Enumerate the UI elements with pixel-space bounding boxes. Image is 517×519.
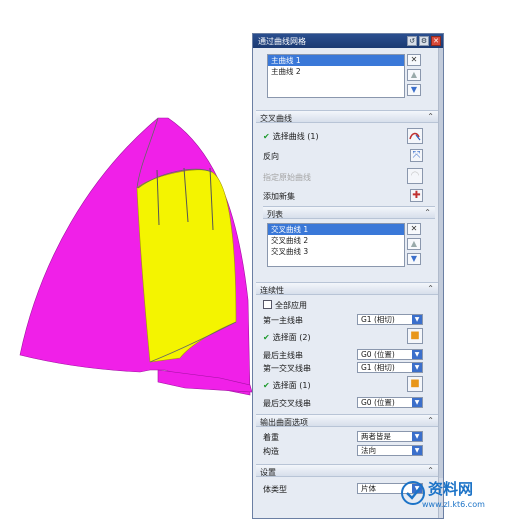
last-cross-label: 最后交叉线串 [263,399,311,408]
select-value: G1 (相切) [361,315,395,324]
move-down-icon[interactable]: ▼ [407,253,421,265]
first-cross-label: 第一交叉线串 [263,364,311,373]
body-type-label: 体类型 [263,485,287,494]
specify-origin-label: 指定原始曲线 [263,173,311,182]
reset-icon[interactable]: ↺ [407,36,417,46]
primary-curve-list[interactable]: 主曲线 1 主曲线 2 [267,54,405,98]
section-label: 交叉曲线 [260,114,292,123]
chevron-up-icon: ⌃ [427,284,434,293]
select-curve-row[interactable]: ✔ 选择曲线 (1) [263,131,319,142]
through-curve-mesh-dialog: 通过曲线网格 ↺ ⚙ ✕ 主曲线 1 主曲线 2 ✕ ▲ ▼ 交叉曲线 ⌃ ✔ 选… [252,33,444,519]
last-primary-select[interactable]: G0 (位置) ▼ [357,349,423,360]
watermark: 资料网 www.zl.kt6.com [400,478,515,516]
remove-icon[interactable]: ✕ [407,54,421,66]
scrollbar-thumb[interactable] [439,48,443,478]
chevron-up-icon: ⌃ [427,466,434,475]
select-face-1-row[interactable]: ✔ 选择面 (2) [263,332,311,343]
dialog-scrollbar[interactable] [438,48,443,518]
reverse-direction-icon[interactable]: ⤧ [410,149,423,162]
dialog-title: 通过曲线网格 [258,36,306,46]
apply-all-checkbox[interactable]: 全部应用 [263,300,307,311]
check-icon: ✔ [263,381,270,390]
select-face-label: 选择面 (2) [272,333,311,342]
watermark-name: 资料网 [428,480,474,498]
select-value: G0 (位置) [361,350,395,359]
first-cross-select[interactable]: G1 (相切) ▼ [357,362,423,373]
chevron-up-icon: ⌃ [424,208,431,217]
section-cross-curves[interactable]: 交叉曲线 ⌃ [256,110,438,123]
emphasis-select[interactable]: 两者皆是 ▼ [357,431,423,442]
remove-icon[interactable]: ✕ [407,223,421,235]
checkbox-icon [263,300,272,309]
select-curve-label: 选择曲线 (1) [272,132,319,141]
construction-label: 构造 [263,447,279,456]
section-label: 设置 [260,468,276,477]
chevron-up-icon: ⌃ [427,416,434,425]
close-icon[interactable]: ✕ [431,36,441,46]
select-value: 法向 [361,446,376,455]
dialog-titlebar[interactable]: 通过曲线网格 ↺ ⚙ ✕ [253,34,443,48]
last-primary-label: 最后主线串 [263,351,303,360]
chevron-down-icon: ▼ [412,315,422,324]
chevron-down-icon: ▼ [412,432,422,441]
cube-icon[interactable]: ■ [407,376,423,392]
section-list[interactable]: 列表 ⌃ [263,206,435,219]
emphasis-label: 着重 [263,433,279,442]
chevron-down-icon: ▼ [412,398,422,407]
list-item[interactable]: 主曲线 1 [268,55,404,66]
move-up-icon[interactable]: ▲ [407,238,421,250]
cube-icon[interactable]: ■ [407,328,423,344]
chevron-up-icon: ⌃ [427,112,434,121]
move-up-icon[interactable]: ▲ [407,69,421,81]
check-icon: ✔ [263,132,270,141]
section-label: 列表 [267,210,283,219]
section-label: 输出曲面选项 [260,418,308,427]
add-new-set-icon[interactable]: ✚ [410,189,423,202]
section-continuity[interactable]: 连续性 ⌃ [256,282,438,295]
select-value: G1 (相切) [361,363,395,372]
section-settings[interactable]: 设置 ⌃ [256,464,438,477]
select-face-label: 选择面 (1) [272,381,311,390]
check-icon: ✔ [263,333,270,342]
chevron-down-icon: ▼ [412,350,422,359]
gear-icon[interactable]: ⚙ [419,36,429,46]
select-face-2-row[interactable]: ✔ 选择面 (1) [263,380,311,391]
list-item[interactable]: 交叉曲线 3 [268,246,404,257]
first-primary-label: 第一主线串 [263,316,303,325]
section-output-surface[interactable]: 输出曲面选项 ⌃ [256,414,438,427]
reverse-label: 反向 [263,152,279,161]
section-label: 连续性 [260,286,284,295]
construction-select[interactable]: 法向 ▼ [357,445,423,456]
last-cross-select[interactable]: G0 (位置) ▼ [357,397,423,408]
chevron-down-icon: ▼ [412,446,422,455]
specify-origin-icon[interactable]: ◠ [407,168,423,184]
apply-all-label: 全部应用 [275,301,307,310]
add-new-set-label: 添加新集 [263,192,295,201]
first-primary-select[interactable]: G1 (相切) ▼ [357,314,423,325]
list-item[interactable]: 主曲线 2 [268,66,404,77]
chevron-down-icon: ▼ [412,363,422,372]
select-value: 两者皆是 [361,432,391,441]
select-value: 片体 [361,484,376,493]
watermark-url: www.zl.kt6.com [422,500,485,509]
select-value: G0 (位置) [361,398,395,407]
move-down-icon[interactable]: ▼ [407,84,421,96]
list-item[interactable]: 交叉曲线 1 [268,224,404,235]
cross-curve-list[interactable]: 交叉曲线 1 交叉曲线 2 交叉曲线 3 [267,223,405,267]
list-item[interactable]: 交叉曲线 2 [268,235,404,246]
select-curve-icon[interactable] [407,128,423,144]
